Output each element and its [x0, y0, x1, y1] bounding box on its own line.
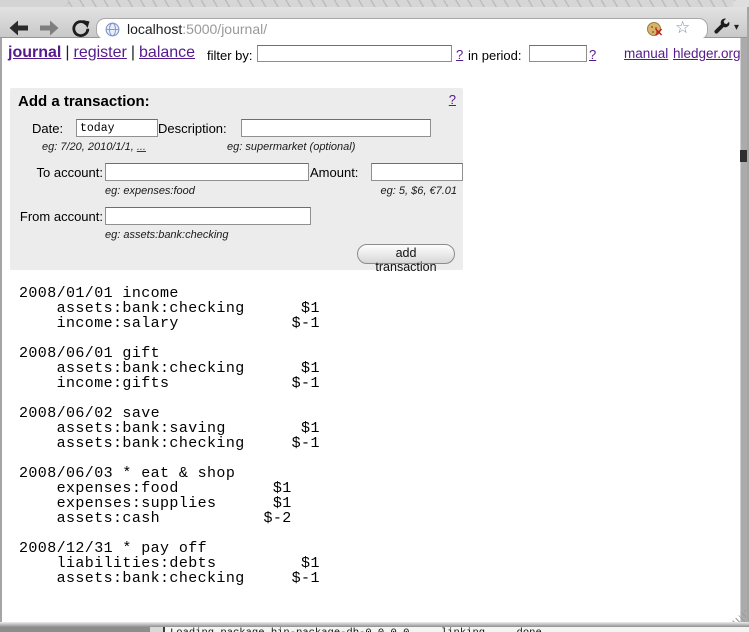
- browser-tab[interactable]: [0, 0, 69, 7]
- browser-toolbar: localhost:5000/journal/ ✕ ☆ ▾: [0, 7, 749, 38]
- address-bar[interactable]: localhost:5000/journal/ ✕ ☆: [96, 18, 708, 40]
- url-path: :5000/journal/: [182, 21, 267, 37]
- filter-input[interactable]: [257, 45, 452, 62]
- description-label: Description:: [158, 121, 227, 136]
- amount-label: Amount:: [310, 165, 358, 180]
- cookie-blocked-icon[interactable]: ✕: [647, 22, 661, 36]
- background-terminal: Loading package bin-package-db-0.0.0.0 .…: [150, 627, 749, 632]
- nav-register-link[interactable]: register: [74, 44, 127, 61]
- filter-label: filter by:: [207, 48, 253, 63]
- panel-title: Add a transaction:: [18, 93, 150, 110]
- new-tab-area[interactable]: [733, 0, 749, 7]
- wrench-icon: [712, 18, 731, 37]
- reload-button[interactable]: [70, 19, 94, 37]
- date-hint: eg: 7/20, 2010/1/1, ...: [42, 141, 146, 153]
- tab-strip: [0, 0, 749, 7]
- menu-caret-icon: ▾: [734, 22, 739, 33]
- period-input[interactable]: [529, 45, 587, 62]
- from-account-input[interactable]: [105, 207, 311, 225]
- manual-link[interactable]: manual: [624, 46, 668, 61]
- hledger-page: journal|register|balance filter by: ? in…: [0, 38, 749, 624]
- terminal-left-edge: [163, 627, 165, 632]
- add-transaction-button[interactable]: add transaction: [357, 244, 455, 264]
- scrollbar-thumb[interactable]: [740, 150, 747, 162]
- forward-arrow-icon: [38, 19, 60, 37]
- cookie-crumbs: [651, 26, 653, 28]
- add-transaction-panel: Add a transaction: ? Date: Description: …: [10, 88, 463, 270]
- date-label: Date:: [32, 121, 63, 136]
- nav-balance-link[interactable]: balance: [139, 44, 195, 61]
- url-text[interactable]: localhost:5000/journal/: [127, 21, 267, 37]
- panel-help-link[interactable]: ?: [449, 92, 456, 107]
- view-links: journal|register|balance: [8, 44, 199, 62]
- from-account-hint: eg: assets:bank:checking: [105, 229, 229, 241]
- back-arrow-icon: [8, 19, 30, 37]
- to-account-label: To account:: [30, 165, 103, 180]
- bookmark-star-icon[interactable]: ☆: [675, 18, 690, 38]
- date-hint-link[interactable]: ...: [137, 141, 146, 153]
- terminal-text: Loading package bin-package-db-0.0.0.0 .…: [170, 627, 548, 632]
- reload-icon: [70, 19, 90, 38]
- hledger-site-link[interactable]: hledger.org: [673, 46, 741, 61]
- amount-hint: eg: 5, $6, €7.01: [357, 185, 457, 197]
- nav-journal-link[interactable]: journal: [8, 44, 61, 61]
- period-label: in period:: [468, 48, 521, 63]
- back-button[interactable]: [8, 19, 32, 37]
- from-account-label: From account:: [18, 209, 103, 224]
- description-hint: eg: supermarket (optional): [227, 141, 355, 153]
- url-host: localhost: [127, 21, 182, 37]
- globe-icon: [105, 22, 120, 37]
- navbar: journal|register|balance filter by: ? in…: [2, 40, 749, 72]
- to-account-hint: eg: expenses:food: [105, 185, 195, 197]
- filter-help-link[interactable]: ?: [456, 47, 463, 62]
- journal-text: 2008/01/01 income assets:bank:checking $…: [19, 286, 320, 586]
- amount-input[interactable]: [371, 163, 463, 181]
- separator: |: [131, 44, 135, 61]
- period-help-link[interactable]: ?: [589, 47, 596, 62]
- wrench-menu-button[interactable]: ▾: [712, 18, 742, 40]
- separator: |: [65, 44, 69, 61]
- forward-button[interactable]: [38, 19, 62, 37]
- description-input[interactable]: [241, 119, 431, 137]
- date-input[interactable]: [76, 119, 158, 137]
- to-account-input[interactable]: [105, 163, 309, 181]
